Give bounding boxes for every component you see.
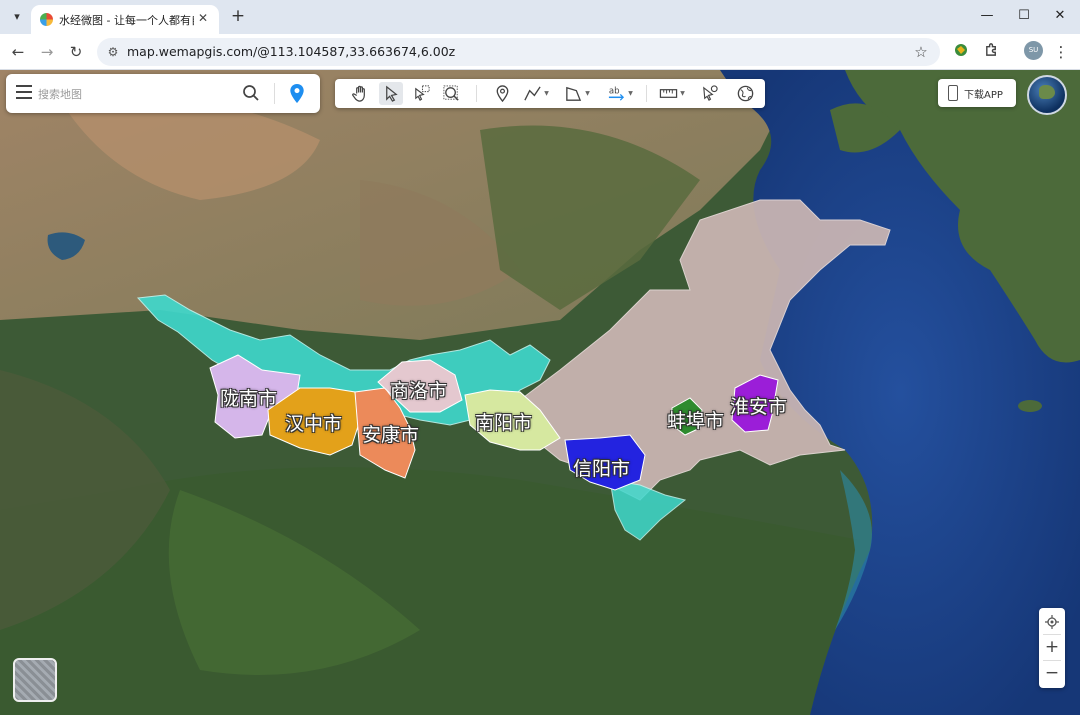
- region-label-xinyang[interactable]: 信阳市: [573, 454, 630, 481]
- layer-switcher-button[interactable]: [13, 658, 57, 702]
- close-icon[interactable]: ✕: [195, 10, 211, 26]
- map-search-box: [6, 74, 320, 113]
- globe-icon[interactable]: [733, 82, 757, 105]
- region-label-hanzhong[interactable]: 汉中市: [285, 409, 342, 436]
- region-label-shangluo[interactable]: 商洛市: [390, 376, 447, 403]
- region-label-nanyang[interactable]: 南阳市: [475, 408, 532, 435]
- zoom-out-button[interactable]: −: [1039, 661, 1065, 685]
- identify-icon[interactable]: [697, 82, 721, 105]
- new-tab-icon[interactable]: +: [228, 6, 248, 26]
- map-toolbar: ▼ ▼ ab ▼ ▼: [335, 79, 765, 108]
- measure-ruler-icon[interactable]: ▼: [655, 82, 689, 105]
- tab-search-icon[interactable]: ▾: [7, 7, 27, 27]
- polygon-icon[interactable]: ▼: [560, 82, 594, 105]
- zoom-control: + −: [1039, 608, 1065, 688]
- browser-tab-bar: ▾ 水经微图 - 让每一个人都有自己 ✕ + — ☐ ✕: [0, 0, 1080, 34]
- maximize-icon[interactable]: ☐: [1013, 6, 1035, 26]
- region-label-huaian[interactable]: 淮安市: [730, 392, 787, 419]
- search-icon[interactable]: [242, 84, 260, 102]
- download-app-button[interactable]: 下载APP: [938, 79, 1016, 107]
- tab-title: 水经微图 - 让每一个人都有自己: [59, 14, 194, 27]
- favicon-icon: [40, 13, 53, 26]
- reload-icon[interactable]: ↻: [66, 42, 86, 62]
- omnibox[interactable]: ⚙ map.wemapgis.com/@113.104587,33.663674…: [97, 38, 940, 66]
- window-close-icon[interactable]: ✕: [1049, 6, 1071, 26]
- phone-icon: [948, 85, 958, 101]
- extension-icon[interactable]: [951, 42, 971, 62]
- address-bar: ← → ↻ ⚙ map.wemapgis.com/@113.104587,33.…: [0, 34, 1080, 70]
- star-icon[interactable]: ☆: [912, 43, 930, 61]
- svg-text:ab: ab: [609, 87, 620, 97]
- puzzle-icon[interactable]: [981, 42, 1001, 62]
- minimize-icon[interactable]: —: [976, 6, 998, 26]
- download-app-label: 下载APP: [964, 90, 1003, 101]
- map-canvas[interactable]: 陇南市 汉中市 安康市 商洛市 南阳市 信阳市 蚌埠市 淮安市 ▼: [0, 70, 1080, 715]
- site-info-icon[interactable]: ⚙: [105, 44, 121, 60]
- search-divider: [274, 83, 275, 104]
- zoom-in-button[interactable]: +: [1039, 635, 1065, 659]
- globe-view-button[interactable]: [1027, 75, 1067, 115]
- browser-tab[interactable]: 水经微图 - 让每一个人都有自己 ✕: [31, 5, 219, 34]
- more-icon[interactable]: ⋮: [1051, 42, 1071, 62]
- location-pin-icon[interactable]: [288, 83, 306, 104]
- pan-hand-icon[interactable]: [348, 82, 372, 105]
- search-input[interactable]: [38, 83, 228, 105]
- box-select-icon[interactable]: [409, 82, 433, 105]
- region-label-bengbu[interactable]: 蚌埠市: [667, 406, 724, 433]
- url-text[interactable]: map.wemapgis.com/@113.104587,33.663674,6…: [127, 44, 455, 59]
- back-icon[interactable]: ←: [8, 42, 28, 62]
- toolbar-divider: [646, 85, 647, 102]
- satellite-basemap: [0, 70, 1080, 715]
- text-label-icon[interactable]: ab ▼: [603, 82, 637, 105]
- locate-icon[interactable]: [1039, 610, 1065, 634]
- region-label-ankang[interactable]: 安康市: [362, 420, 419, 447]
- zoom-area-icon[interactable]: [439, 82, 463, 105]
- marker-icon[interactable]: [490, 82, 514, 105]
- toolbar-divider: [476, 85, 477, 102]
- region-label-longnan[interactable]: 陇南市: [220, 384, 277, 411]
- forward-icon[interactable]: →: [37, 42, 57, 62]
- menu-icon[interactable]: [16, 85, 32, 101]
- select-arrow-icon[interactable]: [379, 82, 403, 105]
- polyline-icon[interactable]: ▼: [520, 82, 552, 105]
- profile-avatar[interactable]: SU: [1024, 41, 1043, 60]
